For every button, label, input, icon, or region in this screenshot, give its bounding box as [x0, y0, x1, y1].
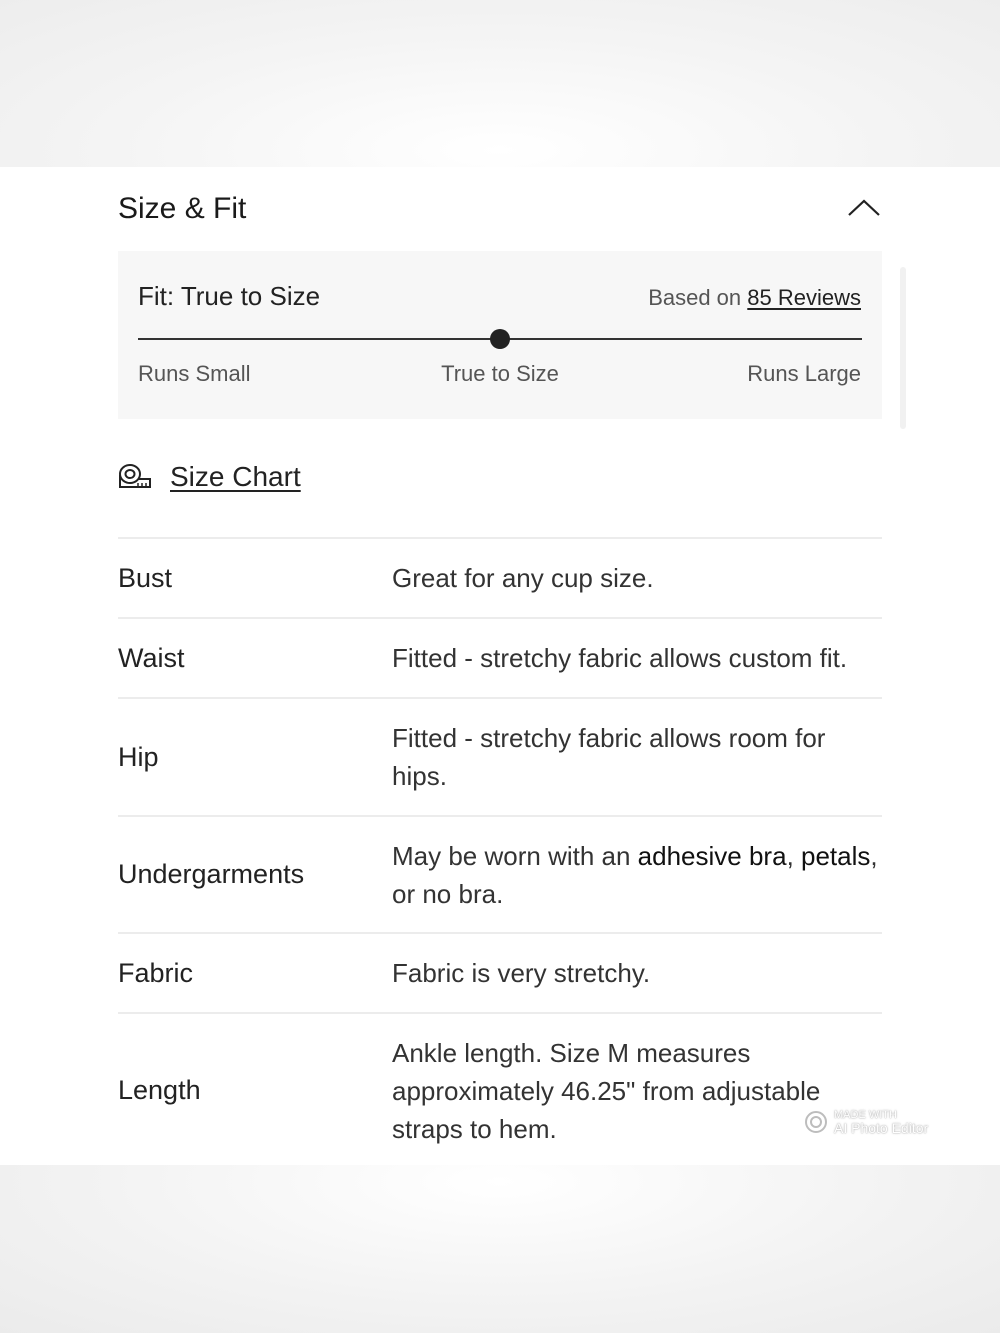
size-spec-table: Bust Great for any cup size. Waist Fitte… — [118, 537, 882, 1167]
spec-value: Great for any cup size. — [392, 563, 654, 593]
spec-row-bust: Bust Great for any cup size. — [118, 537, 882, 617]
spec-row-undergarments: Undergarments May be worn with an adhesi… — [118, 815, 882, 932]
spec-text: May be worn with an — [392, 840, 638, 871]
size-chart-link-row[interactable]: Size Chart — [118, 457, 301, 497]
scale-label-small: Runs Small — [138, 361, 251, 386]
spec-row-waist: Waist Fitted - stretchy fabric allows cu… — [118, 617, 882, 697]
spec-text: , — [786, 840, 802, 871]
spec-value: Fitted - stretchy fabric allows room for… — [392, 723, 826, 791]
section-title: Size & Fit — [118, 192, 247, 225]
petals-link[interactable]: petals — [801, 841, 870, 871]
scale-label-large: Runs Large — [747, 361, 861, 386]
scale-label-true-text: True to Size — [441, 361, 559, 386]
fit-summary-box: Fit: True to Size Based on 85 Reviews Ru… — [118, 251, 882, 419]
spec-label: Undergarments — [118, 859, 305, 889]
based-on-text: Based on — [648, 285, 742, 310]
spec-value: Fitted - stretchy fabric allows custom f… — [392, 643, 848, 673]
scrollbar[interactable] — [900, 267, 906, 429]
fit-label: Fit: True to Size — [138, 281, 321, 311]
spec-label: Hip — [118, 741, 159, 772]
size-chart-link[interactable]: Size Chart — [170, 461, 301, 493]
spec-label: Bust — [118, 562, 173, 593]
size-fit-header[interactable]: Size & Fit — [118, 189, 882, 229]
adhesive-bra-link[interactable]: adhesive bra — [638, 841, 787, 871]
spec-row-fabric: Fabric Fabric is very stretchy. — [118, 932, 882, 1012]
spec-value: May be worn with an adhesive bra, petals… — [392, 837, 882, 913]
chevron-up-icon[interactable] — [846, 193, 882, 223]
spec-row-length: Length Ankle length. Size M measures app… — [118, 1012, 882, 1167]
reviews-link[interactable]: 85 Reviews — [747, 285, 861, 310]
spec-label: Fabric — [118, 957, 194, 988]
measuring-tape-icon — [119, 464, 151, 488]
fit-indicator-dot — [490, 329, 510, 349]
spec-label: Waist — [118, 642, 185, 673]
watermark: MADE WITH AI Photo Editor — [804, 1105, 928, 1139]
blurred-background-top — [0, 0, 1000, 167]
size-fit-panel: Size & Fit Fit: True to Size Based on 85… — [0, 167, 1000, 1165]
spec-value: Fabric is very stretchy. — [392, 958, 651, 988]
spec-label: Length — [118, 1075, 201, 1105]
blurred-background-bottom — [0, 1165, 1000, 1333]
reviews-summary: Based on 85 Reviews — [648, 285, 861, 311]
watermark-line2: AI Photo Editor — [834, 1120, 929, 1136]
spec-row-hip: Hip Fitted - stretchy fabric allows room… — [118, 697, 882, 815]
camera-aperture-icon — [805, 1111, 827, 1133]
